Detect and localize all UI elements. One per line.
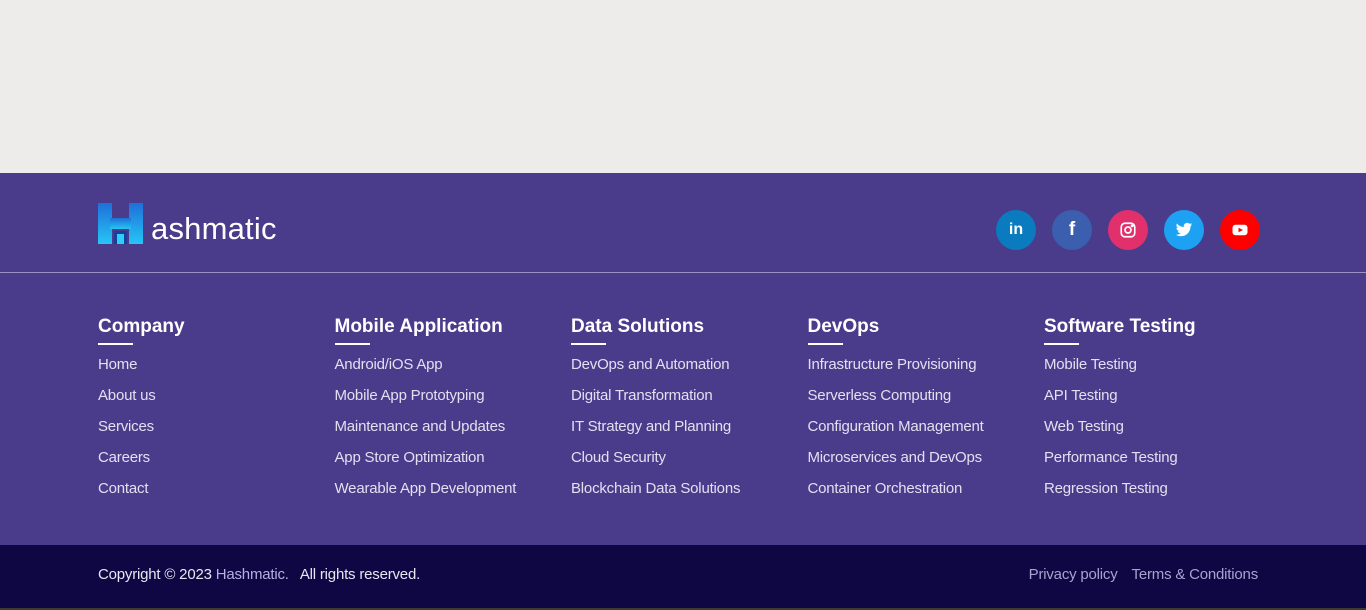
- copyright-suffix: All rights reserved.: [299, 566, 421, 583]
- page-content-area: [0, 0, 1366, 173]
- footer-link-columns: Company Home About us Services Careers C…: [98, 315, 1281, 511]
- footer-link[interactable]: DevOps and Automation: [571, 356, 730, 373]
- footer-link[interactable]: Microservices and DevOps: [808, 449, 983, 466]
- facebook-button[interactable]: f: [1052, 210, 1092, 250]
- linkedin-icon: in: [1008, 221, 1024, 238]
- logo-wordmark: ashmatic: [151, 211, 277, 246]
- terms-conditions-link[interactable]: Terms & Conditions: [1132, 566, 1259, 583]
- column-title: Software Testing: [1044, 315, 1196, 345]
- footer-column-devops: DevOps Infrastructure Provisioning Serve…: [807, 315, 1045, 511]
- linkedin-button[interactable]: in: [996, 210, 1036, 250]
- footer-link[interactable]: Web Testing: [1044, 418, 1124, 435]
- hashmatic-h-logo-icon: [98, 203, 143, 244]
- footer-link-home[interactable]: Home: [98, 356, 137, 373]
- instagram-icon: [1120, 222, 1136, 238]
- copyright-prefix: Copyright © 2023: [98, 566, 212, 583]
- footer-link[interactable]: Container Orchestration: [808, 480, 963, 497]
- footer-link[interactable]: Configuration Management: [808, 418, 984, 435]
- facebook-icon: f: [1068, 219, 1076, 240]
- column-title: Data Solutions: [571, 315, 704, 345]
- footer-link[interactable]: Digital Transformation: [571, 387, 713, 404]
- footer-header: ashmatic in f: [0, 173, 1366, 273]
- footer-link[interactable]: App Store Optimization: [335, 449, 485, 466]
- social-links: in f: [996, 210, 1260, 250]
- footer-link[interactable]: Regression Testing: [1044, 480, 1168, 497]
- copyright-text: Copyright © 2023 Hashmatic. All rights r…: [98, 566, 420, 583]
- footer-link[interactable]: Serverless Computing: [808, 387, 952, 404]
- footer-link[interactable]: API Testing: [1044, 387, 1118, 404]
- footer-column-data-solutions: Data Solutions DevOps and Automation Dig…: [571, 315, 808, 511]
- footer-link[interactable]: Blockchain Data Solutions: [571, 480, 740, 497]
- footer-column-company: Company Home About us Services Careers C…: [98, 315, 335, 511]
- twitter-icon: [1175, 222, 1193, 237]
- footer-link-careers[interactable]: Careers: [98, 449, 150, 466]
- site-footer: ashmatic in f Company Home About us Serv…: [0, 173, 1366, 545]
- footer-link-about-us[interactable]: About us: [98, 387, 156, 404]
- legal-links: Privacy policy Terms & Conditions: [1029, 566, 1259, 583]
- footer-link-services[interactable]: Services: [98, 418, 154, 435]
- hashmatic-logo[interactable]: ashmatic: [98, 203, 277, 244]
- privacy-policy-link[interactable]: Privacy policy: [1029, 566, 1118, 583]
- copyright-bar: Copyright © 2023 Hashmatic. All rights r…: [0, 545, 1366, 610]
- footer-link[interactable]: Infrastructure Provisioning: [808, 356, 977, 373]
- footer-link[interactable]: Performance Testing: [1044, 449, 1178, 466]
- youtube-button[interactable]: [1220, 210, 1260, 250]
- footer-link-contact[interactable]: Contact: [98, 480, 148, 497]
- column-title: DevOps: [807, 315, 879, 345]
- footer-link[interactable]: Maintenance and Updates: [335, 418, 506, 435]
- column-title: Mobile Application: [334, 315, 503, 345]
- youtube-icon: [1232, 224, 1248, 236]
- copyright-brand-link[interactable]: Hashmatic.: [216, 566, 289, 583]
- instagram-button[interactable]: [1108, 210, 1148, 250]
- footer-link[interactable]: Wearable App Development: [335, 480, 517, 497]
- footer-column-software-testing: Software Testing Mobile Testing API Test…: [1044, 315, 1281, 511]
- footer-link[interactable]: IT Strategy and Planning: [571, 418, 731, 435]
- footer-column-mobile-application: Mobile Application Android/iOS App Mobil…: [334, 315, 572, 511]
- twitter-button[interactable]: [1164, 210, 1204, 250]
- footer-link[interactable]: Mobile App Prototyping: [335, 387, 485, 404]
- footer-link[interactable]: Cloud Security: [571, 449, 666, 466]
- footer-link[interactable]: Mobile Testing: [1044, 356, 1137, 373]
- footer-link[interactable]: Android/iOS App: [335, 356, 443, 373]
- column-title: Company: [98, 315, 185, 345]
